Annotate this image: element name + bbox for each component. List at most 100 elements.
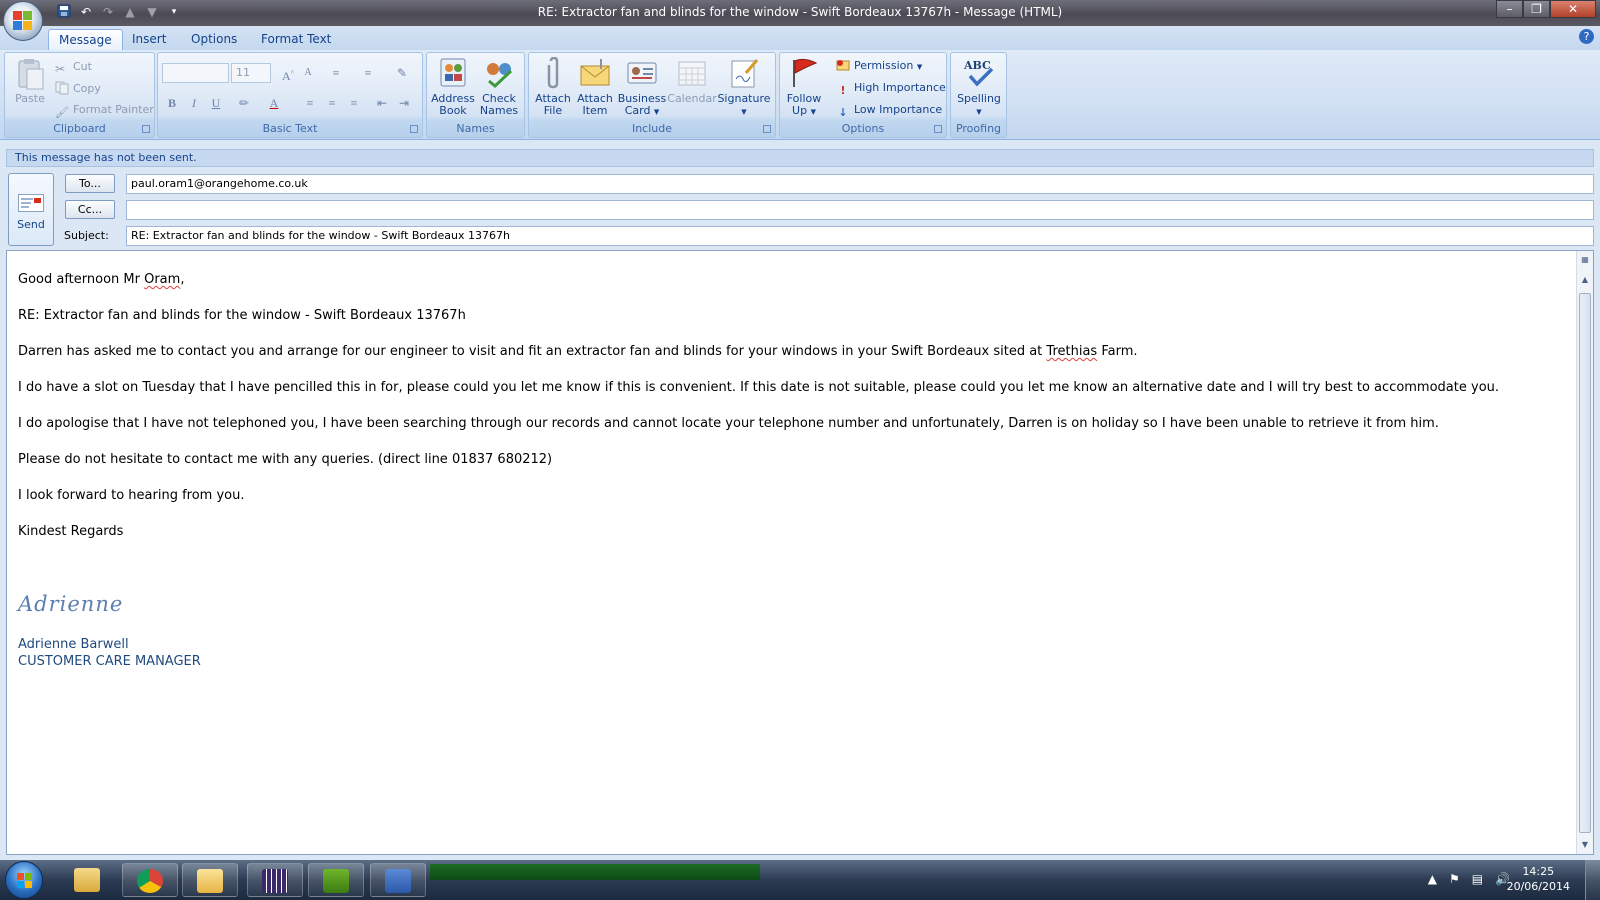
action-center-flag-icon[interactable]: ⚑ [1449,872,1460,886]
calendar-label: Calendar [667,92,717,105]
minimize-button[interactable]: – [1496,0,1523,18]
paste-label: Paste [15,92,45,105]
follow-up-label-2: Up [792,104,808,117]
styles-icon[interactable]: ✎ [392,63,412,83]
tab-insert[interactable]: Insert [122,29,176,50]
paragraph-5: I look forward to hearing from you. [18,488,245,503]
subject-field[interactable]: RE: Extractor fan and blinds for the win… [126,226,1594,246]
network-icon[interactable]: ▤ [1472,872,1483,886]
taskbar-sage[interactable] [308,863,364,897]
low-importance-label: Low Importance [854,103,943,116]
sage-icon [323,869,349,893]
permission-label: Permission [854,59,914,72]
copy-label: Copy [73,82,101,95]
attach-file-button[interactable]: Attach File [533,56,573,117]
down-arrow-icon: ↓ [838,106,848,119]
calendar-button[interactable]: Calendar [667,57,717,105]
shrink-font-button[interactable]: A [298,63,318,83]
tab-format-text[interactable]: Format Text [251,29,341,50]
copy-button[interactable]: Copy [55,79,101,99]
start-button[interactable] [5,861,43,899]
scissors-icon: ✂ [55,62,66,76]
check-names-label-2: Names [479,104,519,117]
message-body-editor[interactable]: Good afternoon Mr Oram, RE: Extractor fa… [6,250,1594,855]
paragraph-1-end: Farm. [1097,344,1138,359]
paragraph-1: Darren has asked me to contact you and a… [18,343,1568,360]
window-controls: – ❐ ✕ [1496,0,1596,18]
follow-up-button[interactable]: Follow Up ▼ [784,57,824,118]
attach-item-button[interactable]: Attach Item [574,57,616,117]
send-button[interactable]: Send [8,173,54,246]
paragraph-2: I do have a slot on Tuesday that I have … [18,380,1500,395]
to-button[interactable]: To... [65,174,115,193]
signature-script: Adrienne [18,592,124,616]
scroll-thumb[interactable] [1579,293,1591,833]
send-envelope-icon [18,194,44,212]
tab-options[interactable]: Options [181,29,247,50]
taskbar-calendar-app[interactable] [247,863,303,897]
cut-button[interactable]: ✂ Cut [55,57,92,77]
signature-button[interactable]: Signature ▼ [717,57,771,118]
low-importance-button[interactable]: ↓ Low Importance [836,100,942,120]
bold-button[interactable]: B [162,93,182,113]
attach-file-label-2: File [543,104,563,117]
outlook-icon [197,869,223,893]
maximize-button[interactable]: ❐ [1523,0,1550,18]
decrease-indent-icon[interactable]: ⇤ [372,93,392,113]
format-painter-icon: 🖌 [55,106,69,119]
subject-label: Subject: [64,229,109,242]
system-tray: ▲ ⚑ ▤ 🔊 [1428,872,1510,886]
ruler-toggle-icon[interactable]: ▦ [1577,253,1593,267]
close-button[interactable]: ✕ [1550,0,1596,18]
taskbar-word[interactable] [370,863,426,897]
taskbar: ▲ ⚑ ▤ 🔊 14:25 20/06/2014 [0,860,1600,900]
spelling-button[interactable]: ABC Spelling ▼ [953,57,1005,118]
cc-field[interactable] [126,200,1594,220]
highlight-icon[interactable]: ✏ [234,93,254,113]
taskbar-explorer[interactable] [60,863,116,897]
grow-font-button[interactable]: A^ [278,63,298,83]
business-card-button[interactable]: Business Card ▼ [617,57,667,118]
align-center-icon[interactable]: ≡ [322,93,342,113]
check-names-button[interactable]: Check Names [477,57,521,117]
to-field[interactable]: paul.oram1@orangehome.co.uk [126,174,1594,194]
tab-message[interactable]: Message [48,29,123,50]
italic-button[interactable]: I [184,93,204,113]
font-color-button[interactable]: A [264,93,284,113]
high-importance-button[interactable]: ! High Importance [836,78,945,98]
folder-icon [74,868,100,892]
ribbon: Paste ✂ Cut Copy 🖌 Format Painter Clipboar… [0,50,1600,140]
font-size-box[interactable]: 11 [231,63,271,83]
taskbar-outlook[interactable] [182,863,238,897]
scroll-up-icon[interactable]: ▲ [1577,273,1593,287]
show-hidden-icons-icon[interactable]: ▲ [1428,872,1437,886]
align-left-icon[interactable]: ≡ [300,93,320,113]
address-book-button[interactable]: Address Book [431,57,475,117]
include-dialog-launcher[interactable] [763,125,771,133]
word-icon [385,869,411,893]
spelling-label: Spelling [957,92,1001,105]
proofing-group: ABC Spelling ▼ Proofing [950,52,1007,138]
office-button[interactable] [3,1,43,41]
bullets-icon[interactable]: ≡ [326,63,346,83]
font-name-box[interactable] [162,63,229,83]
options-dialog-launcher[interactable] [934,125,942,133]
clipboard-dialog-launcher[interactable] [142,125,150,133]
cc-button[interactable]: Cc... [65,200,115,219]
help-icon[interactable]: ? [1579,29,1594,44]
basic-text-dialog-launcher[interactable] [410,125,418,133]
show-desktop-button[interactable] [1585,860,1600,900]
format-painter-button[interactable]: 🖌 Format Painter [55,100,154,120]
increase-indent-icon[interactable]: ⇥ [394,93,414,113]
paste-button[interactable]: Paste [11,57,49,105]
scroll-down-icon[interactable]: ▼ [1577,838,1593,852]
taskbar-chrome[interactable] [122,863,178,897]
clock[interactable]: 14:25 20/06/2014 [1507,864,1570,894]
underline-button[interactable]: U [206,93,226,113]
numbering-icon[interactable]: ≡ [358,63,378,83]
align-right-icon[interactable]: ≡ [344,93,364,113]
calendar-icon [676,57,708,89]
re-line: RE: Extractor fan and blinds for the win… [18,308,466,323]
permission-button[interactable]: Permission ▼ [836,56,922,76]
vertical-scrollbar[interactable]: ▦ ▲ ▼ [1576,251,1593,854]
